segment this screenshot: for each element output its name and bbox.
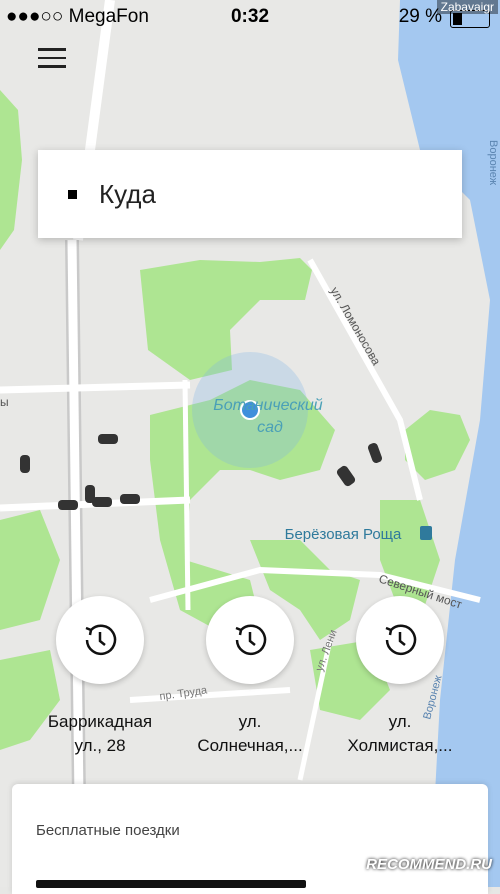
watermark-bottom: RECOMMEND.RU bbox=[366, 856, 492, 873]
recent-place-label: ул. Солнечная,... bbox=[197, 712, 303, 755]
hamburger-menu-icon[interactable] bbox=[38, 48, 66, 70]
recent-place-label: Баррикадная ул., 28 bbox=[47, 712, 153, 755]
history-clock-icon[interactable] bbox=[356, 596, 444, 684]
battery-percent: 29 % bbox=[398, 6, 442, 27]
recent-place-3[interactable]: ул. Холмистая,... bbox=[325, 596, 475, 758]
history-clock-icon[interactable] bbox=[206, 596, 294, 684]
destination-search-card[interactable]: Куда bbox=[38, 150, 462, 238]
recent-place-label: ул. Холмистая,... bbox=[347, 712, 453, 755]
destination-label: Куда bbox=[99, 178, 156, 209]
map-label-garden-2: сад bbox=[257, 419, 283, 436]
status-bar: ●●●○○ MegaFon 0:32 29 % Zabavaigr bbox=[0, 0, 500, 36]
destination-square-icon bbox=[68, 189, 77, 199]
free-rides-card[interactable]: Бесплатные поездки bbox=[12, 784, 488, 894]
map-label-grove: Берёзовая Роща bbox=[285, 526, 402, 543]
map-label-river: Воронеж bbox=[487, 140, 499, 186]
history-clock-icon[interactable] bbox=[56, 596, 144, 684]
recent-place-2[interactable]: ул. Солнечная,... bbox=[175, 596, 325, 758]
free-rides-title: Бесплатные поездки bbox=[36, 822, 180, 839]
bus-stop-icon bbox=[420, 526, 432, 540]
battery-fill bbox=[453, 13, 463, 25]
map-label-edge: ы bbox=[0, 395, 9, 409]
map-label-garden: Ботанический bbox=[213, 397, 323, 414]
recent-place-1[interactable]: Баррикадная ул., 28 bbox=[25, 596, 175, 758]
watermark-top: Zabavaigr bbox=[436, 0, 498, 14]
